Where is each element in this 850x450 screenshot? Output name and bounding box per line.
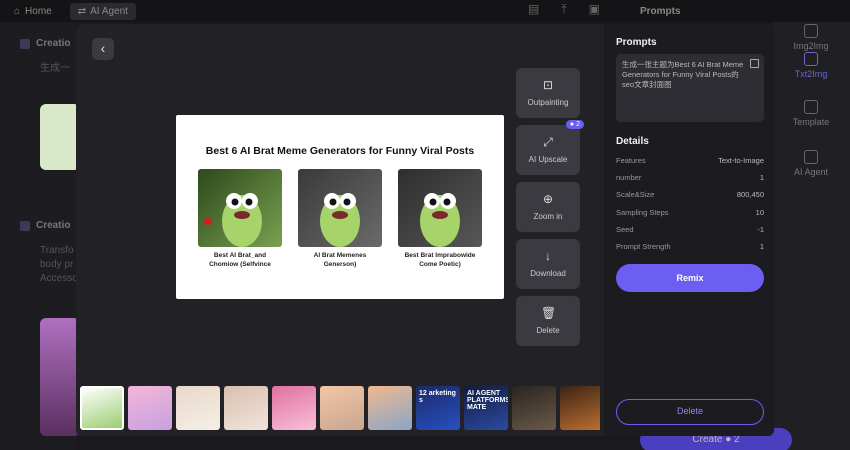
card-caption: Best Brat Imprabowide [404,252,476,259]
mascot-image [298,169,382,247]
generated-image-preview: Best 6 AI Brat Meme Generators for Funny… [176,115,504,299]
mascot-illustration [320,193,360,247]
section-subtitle: 生成一 [40,63,70,74]
outpainting-button[interactable]: ⊡ Outpainting [516,68,580,118]
trash-icon: 🗑 [541,306,557,320]
zoom-in-button[interactable]: ⊕ Zoom in [516,182,580,232]
detail-row: Scale&Size 800,450 [616,190,764,199]
ai-upscale-button[interactable]: ● 2 ⤢ AI Upscale [516,120,584,175]
history-thumbnail[interactable] [560,386,600,430]
background-prompts-title: Prompts [640,6,681,17]
agent-icon: ⇄ [77,5,87,17]
mascot-image [398,169,482,247]
thumbnail-text: 12 arketing s [419,390,456,404]
details-panel: Prompts 生成一张主题为Best 6 AI Brat Meme Gener… [604,24,774,436]
upload-icon[interactable]: ⤒ [561,2,566,17]
section-icon [20,38,30,49]
sidebar-item-template[interactable]: Template [772,100,850,127]
trash-icon[interactable]: ▣ [589,2,600,17]
grid-icon [804,100,818,114]
history-thumbnail[interactable] [368,386,412,430]
section-icon [20,220,30,231]
history-thumbnail[interactable] [80,386,124,430]
thumbnail-text: AI AGENT PLATFORMS MATE [467,390,508,411]
home-icon: ⌂ [14,5,21,17]
mascot-image [198,169,282,247]
book-icon[interactable]: ▤ [528,2,539,17]
detail-row: Features Text-to-Image [616,156,764,165]
history-thumbnails: 12 arketing s AI AGENT PLATFORMS MATE [80,386,600,430]
sidebar-item-txt2img[interactable]: Txt2Img [772,52,850,79]
delete-tool-button[interactable]: 🗑 Delete [516,296,580,346]
tool-sidebar: Img2Img Txt2Img Template AI Agent [772,22,850,450]
history-thumbnail[interactable] [272,386,316,430]
section-title: Creatio [20,38,70,49]
detail-row: Prompt Strength 1 [616,242,764,251]
mascot-illustration [420,193,460,247]
zoom-in-icon: ⊕ [542,192,554,206]
preview-card: Best AI Brat_and Chomiow (Selfvince [198,169,282,269]
upscale-icon: ⤢ [543,135,553,149]
background-thumbnail [40,318,80,436]
prompt-text: 生成一张主题为Best 6 AI Brat Meme Generators fo… [616,54,764,122]
image-detail-modal: ‹ Best 6 AI Brat Meme Generators for Fun… [76,24,774,436]
sidebar-item-ai-agent[interactable]: AI Agent [772,150,850,177]
mascot-illustration [204,193,262,247]
detail-row: Seed -1 [616,225,764,234]
outpaint-icon: ⊡ [542,78,554,92]
preview-card: AI Brat Memenes Generson) [298,169,382,269]
card-caption: Come Poetic) [419,261,461,268]
remix-button[interactable]: Remix [616,264,764,292]
history-thumbnail[interactable] [320,386,364,430]
top-bar: ⌂ Home ⇄ AI Agent ▤ ⤒ ▣ [0,0,850,22]
sidebar-item-img2img[interactable]: Img2Img [772,24,850,51]
image-icon [804,24,818,38]
history-thumbnail[interactable] [512,386,556,430]
detail-row: number 1 [616,173,764,182]
history-thumbnail[interactable] [176,386,220,430]
history-thumbnail[interactable] [224,386,268,430]
preview-card: Best Brat Imprabowide Come Poetic) [398,169,482,269]
ai-agent-tab[interactable]: ⇄ AI Agent [69,2,136,20]
download-button[interactable]: ↓ Download [516,239,580,289]
history-thumbnail[interactable] [128,386,172,430]
chevron-left-icon: ‹ [100,40,106,56]
background-thumbnail [40,104,80,170]
delete-button[interactable]: Delete [616,399,764,425]
card-caption: Generson) [323,261,357,268]
details-title: Details [616,136,649,147]
card-caption: Chomiow (Selfvince [209,261,271,268]
modal-preview-area: ‹ Best 6 AI Brat Meme Generators for Fun… [76,24,604,436]
preview-title: Best 6 AI Brat Meme Generators for Funny… [205,145,475,157]
agent-icon [804,150,818,164]
section-title: Creatio [20,220,70,231]
detail-row: Sampling Steps 10 [616,208,764,217]
history-thumbnail[interactable]: 12 arketing s [416,386,460,430]
history-thumbnail[interactable]: AI AGENT PLATFORMS MATE [464,386,508,430]
home-link[interactable]: ⌂ Home [14,6,52,17]
credit-badge: ● 2 [565,120,584,129]
section-description: Transfo body pr Accesso [40,245,78,284]
copy-icon[interactable] [750,59,759,68]
card-caption: AI Brat Memenes [313,252,367,259]
edit-icon [804,52,818,66]
back-button[interactable]: ‹ [92,38,114,60]
prompts-title: Prompts [616,37,657,48]
download-icon: ↓ [545,249,551,263]
card-caption: Best AI Brat_and [213,252,267,259]
